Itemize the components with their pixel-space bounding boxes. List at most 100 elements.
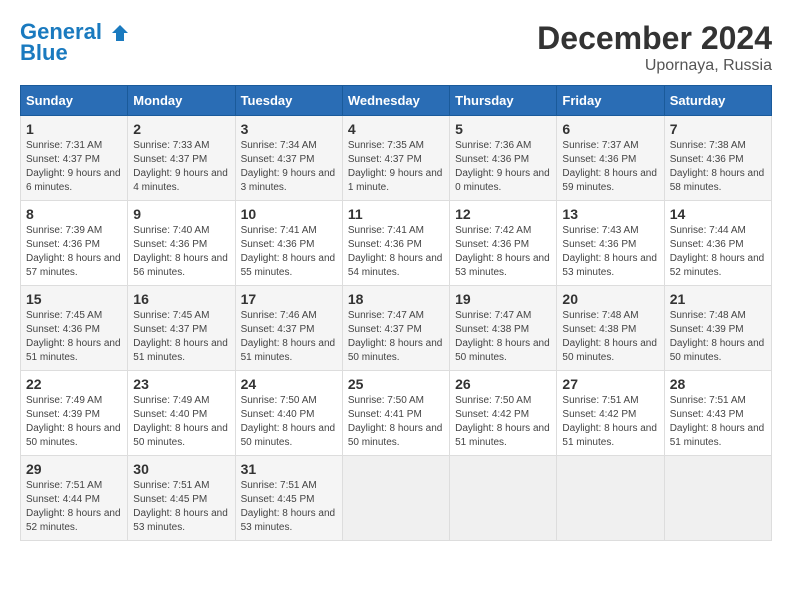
day-info: Sunrise: 7:51 AMSunset: 4:43 PMDaylight:… [670, 394, 766, 450]
column-header-thursday: Thursday [450, 86, 557, 116]
day-number: 31 [241, 461, 337, 477]
calendar-week-1: 1 Sunrise: 7:31 AMSunset: 4:37 PMDaylight… [21, 116, 772, 201]
column-header-saturday: Saturday [664, 86, 771, 116]
day-number: 5 [455, 121, 551, 137]
day-info: Sunrise: 7:49 AMSunset: 4:40 PMDaylight:… [133, 394, 229, 450]
logo: General Blue [20, 20, 130, 66]
day-number: 11 [348, 206, 444, 222]
day-number: 30 [133, 461, 229, 477]
day-info: Sunrise: 7:50 AMSunset: 4:40 PMDaylight:… [241, 394, 337, 450]
day-number: 17 [241, 291, 337, 307]
day-number: 19 [455, 291, 551, 307]
day-info: Sunrise: 7:41 AMSunset: 4:36 PMDaylight:… [348, 224, 444, 280]
day-info: Sunrise: 7:44 AMSunset: 4:36 PMDaylight:… [670, 224, 766, 280]
calendar-header-row: SundayMondayTuesdayWednesdayThursdayFrid… [21, 86, 772, 116]
day-info: Sunrise: 7:41 AMSunset: 4:36 PMDaylight:… [241, 224, 337, 280]
calendar-cell: 14 Sunrise: 7:44 AMSunset: 4:36 PMDayligh… [664, 201, 771, 286]
day-number: 25 [348, 376, 444, 392]
calendar-cell: 12Sunrise: 7:42 AMSunset: 4:36 PMDayligh… [450, 201, 557, 286]
day-info: Sunrise: 7:47 AMSunset: 4:37 PMDaylight:… [348, 309, 444, 365]
day-info: Sunrise: 7:49 AMSunset: 4:39 PMDaylight:… [26, 394, 122, 450]
day-info: Sunrise: 7:46 AMSunset: 4:37 PMDaylight:… [241, 309, 337, 365]
day-info: Sunrise: 7:45 AMSunset: 4:36 PMDaylight:… [26, 309, 122, 365]
day-info: Sunrise: 7:51 AMSunset: 4:45 PMDaylight:… [133, 479, 229, 535]
day-number: 29 [26, 461, 122, 477]
day-number: 22 [26, 376, 122, 392]
calendar-cell [450, 456, 557, 541]
day-info: Sunrise: 7:51 AMSunset: 4:45 PMDaylight:… [241, 479, 337, 535]
day-info: Sunrise: 7:47 AMSunset: 4:38 PMDaylight:… [455, 309, 551, 365]
calendar-cell [557, 456, 664, 541]
day-info: Sunrise: 7:38 AMSunset: 4:36 PMDaylight:… [670, 139, 766, 195]
logo-icon [110, 23, 130, 43]
day-number: 4 [348, 121, 444, 137]
calendar-week-5: 29 Sunrise: 7:51 AMSunset: 4:44 PMDayligh… [21, 456, 772, 541]
calendar-week-2: 8 Sunrise: 7:39 AMSunset: 4:36 PMDaylight… [21, 201, 772, 286]
day-number: 24 [241, 376, 337, 392]
calendar-cell: 9 Sunrise: 7:40 AMSunset: 4:36 PMDaylight… [128, 201, 235, 286]
day-info: Sunrise: 7:39 AMSunset: 4:36 PMDaylight:… [26, 224, 122, 280]
day-number: 14 [670, 206, 766, 222]
day-number: 16 [133, 291, 229, 307]
calendar-cell: 28 Sunrise: 7:51 AMSunset: 4:43 PMDayligh… [664, 371, 771, 456]
day-number: 20 [562, 291, 658, 307]
calendar-cell: 3Sunrise: 7:34 AMSunset: 4:37 PMDaylight… [235, 116, 342, 201]
day-number: 21 [670, 291, 766, 307]
day-number: 27 [562, 376, 658, 392]
day-number: 2 [133, 121, 229, 137]
day-number: 23 [133, 376, 229, 392]
day-number: 8 [26, 206, 122, 222]
day-number: 13 [562, 206, 658, 222]
day-number: 15 [26, 291, 122, 307]
day-info: Sunrise: 7:36 AMSunset: 4:36 PMDaylight:… [455, 139, 551, 195]
calendar-cell: 15 Sunrise: 7:45 AMSunset: 4:36 PMDayligh… [21, 286, 128, 371]
calendar-cell: 4 Sunrise: 7:35 AMSunset: 4:37 PMDaylight… [342, 116, 449, 201]
day-info: Sunrise: 7:40 AMSunset: 4:36 PMDaylight:… [133, 224, 229, 280]
day-info: Sunrise: 7:48 AMSunset: 4:39 PMDaylight:… [670, 309, 766, 365]
day-info: Sunrise: 7:31 AMSunset: 4:37 PMDaylight:… [26, 139, 122, 195]
calendar-cell: 24 Sunrise: 7:50 AMSunset: 4:40 PMDayligh… [235, 371, 342, 456]
day-info: Sunrise: 7:51 AMSunset: 4:44 PMDaylight:… [26, 479, 122, 535]
calendar-cell: 29 Sunrise: 7:51 AMSunset: 4:44 PMDayligh… [21, 456, 128, 541]
title-area: December 2024 Upornaya, Russia [537, 20, 772, 75]
calendar-cell: 16 Sunrise: 7:45 AMSunset: 4:37 PMDayligh… [128, 286, 235, 371]
calendar-cell: 13Sunrise: 7:43 AMSunset: 4:36 PMDayligh… [557, 201, 664, 286]
month-title: December 2024 [537, 20, 772, 57]
calendar-cell: 26 Sunrise: 7:50 AMSunset: 4:42 PMDayligh… [450, 371, 557, 456]
calendar-cell: 1 Sunrise: 7:31 AMSunset: 4:37 PMDaylight… [21, 116, 128, 201]
day-number: 28 [670, 376, 766, 392]
day-number: 6 [562, 121, 658, 137]
day-number: 18 [348, 291, 444, 307]
column-header-wednesday: Wednesday [342, 86, 449, 116]
calendar-cell: 30 Sunrise: 7:51 AMSunset: 4:45 PMDayligh… [128, 456, 235, 541]
day-number: 1 [26, 121, 122, 137]
day-info: Sunrise: 7:37 AMSunset: 4:36 PMDaylight:… [562, 139, 658, 195]
day-number: 3 [241, 121, 337, 137]
day-number: 10 [241, 206, 337, 222]
calendar-cell: 2 Sunrise: 7:33 AMSunset: 4:37 PMDaylight… [128, 116, 235, 201]
calendar-cell: 6 Sunrise: 7:37 AMSunset: 4:36 PMDaylight… [557, 116, 664, 201]
day-number: 26 [455, 376, 551, 392]
day-info: Sunrise: 7:48 AMSunset: 4:38 PMDaylight:… [562, 309, 658, 365]
calendar-cell: 10 Sunrise: 7:41 AMSunset: 4:36 PMDayligh… [235, 201, 342, 286]
calendar-cell: 5 Sunrise: 7:36 AMSunset: 4:36 PMDaylight… [450, 116, 557, 201]
calendar-cell [664, 456, 771, 541]
column-header-sunday: Sunday [21, 86, 128, 116]
day-info: Sunrise: 7:33 AMSunset: 4:37 PMDaylight:… [133, 139, 229, 195]
day-info: Sunrise: 7:51 AMSunset: 4:42 PMDaylight:… [562, 394, 658, 450]
calendar-cell [342, 456, 449, 541]
calendar-cell: 19 Sunrise: 7:47 AMSunset: 4:38 PMDayligh… [450, 286, 557, 371]
calendar-cell: 31 Sunrise: 7:51 AMSunset: 4:45 PMDayligh… [235, 456, 342, 541]
day-number: 12 [455, 206, 551, 222]
calendar-cell: 25Sunrise: 7:50 AMSunset: 4:41 PMDayligh… [342, 371, 449, 456]
calendar-cell: 18 Sunrise: 7:47 AMSunset: 4:37 PMDayligh… [342, 286, 449, 371]
day-info: Sunrise: 7:45 AMSunset: 4:37 PMDaylight:… [133, 309, 229, 365]
location: Upornaya, Russia [537, 57, 772, 75]
day-number: 7 [670, 121, 766, 137]
day-info: Sunrise: 7:35 AMSunset: 4:37 PMDaylight:… [348, 139, 444, 195]
calendar-table: SundayMondayTuesdayWednesdayThursdayFrid… [20, 85, 772, 541]
calendar-cell: 23 Sunrise: 7:49 AMSunset: 4:40 PMDayligh… [128, 371, 235, 456]
calendar-cell: 20 Sunrise: 7:48 AMSunset: 4:38 PMDayligh… [557, 286, 664, 371]
day-info: Sunrise: 7:50 AMSunset: 4:42 PMDaylight:… [455, 394, 551, 450]
day-number: 9 [133, 206, 229, 222]
